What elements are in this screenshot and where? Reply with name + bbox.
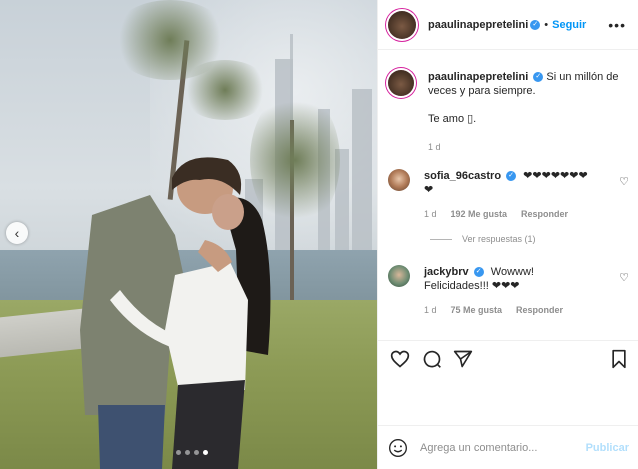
caption-age[interactable]: 1 d [428, 140, 441, 154]
action-bar [378, 340, 638, 380]
carousel-dot [194, 450, 199, 455]
caption-text-line2: veces y para siempre. [428, 85, 536, 97]
previous-image-button[interactable]: ‹ [6, 222, 28, 244]
comment-like-heart-icon[interactable]: ♡ [619, 271, 629, 284]
reply-button[interactable]: Responder [516, 303, 563, 317]
replies-divider [430, 238, 452, 240]
caption-text-line1: Si un millón de [546, 71, 619, 83]
more-horizontal-icon[interactable]: ••• [608, 17, 626, 33]
comment-item: sofia_96castro ✓ ❤❤❤❤❤❤❤ ❤ 1 d 192 Me gu… [388, 169, 588, 221]
comment-age[interactable]: 1 d [424, 207, 437, 221]
comment-age[interactable]: 1 d [424, 303, 437, 317]
comment-likes[interactable]: 192 Me gusta [451, 207, 508, 221]
comment-text-line1: ❤❤❤❤❤❤❤ [523, 170, 588, 182]
carousel-dot-active [203, 450, 208, 455]
comment-icon[interactable] [422, 349, 442, 369]
comments-list: paaulinapepretelini ✓ Si un millón de ve… [378, 51, 638, 340]
caption: paaulinapepretelini ✓ Si un millón de ve… [388, 70, 619, 154]
carousel-dot [185, 450, 190, 455]
commenter-avatar[interactable] [388, 265, 410, 287]
share-icon[interactable] [453, 349, 473, 369]
author-avatar[interactable] [388, 70, 414, 96]
caption-text-line3: Te amo ▯. [428, 113, 477, 125]
couple-figure [80, 157, 271, 469]
publish-button[interactable]: Publicar [586, 442, 629, 454]
author-username[interactable]: paaulinapepretelini [428, 19, 528, 31]
verified-badge-icon: ✓ [473, 267, 484, 278]
verified-badge-icon: ✓ [506, 171, 517, 182]
comment-text-line1: Wowww! [490, 266, 534, 278]
verified-badge-icon: ✓ [533, 72, 544, 83]
bookmark-icon[interactable] [610, 349, 628, 369]
separator-dot: • [544, 18, 549, 31]
commenter-username[interactable]: sofia_96castro [424, 170, 501, 182]
verified-badge-icon: ✓ [530, 19, 541, 30]
post-header: paaulinapepretelini ✓ • Seguir ••• [378, 0, 638, 50]
comment-text-line2: ❤ [424, 184, 434, 196]
emoji-icon[interactable] [388, 438, 408, 458]
view-replies-label: Ver respuestas (1) [462, 234, 536, 244]
view-replies-button[interactable]: Ver respuestas (1) [430, 234, 536, 244]
comment-likes[interactable]: 75 Me gusta [451, 303, 503, 317]
comment-text-line2: Felicidades!!! ❤❤❤ [424, 280, 520, 292]
carousel-dots [176, 450, 208, 455]
heart-icon[interactable] [390, 349, 410, 369]
post-photo[interactable]: ‹ [0, 0, 377, 469]
post-side-panel: paaulinapepretelini ✓ • Seguir ••• paaul… [377, 0, 638, 469]
author-avatar[interactable] [388, 10, 416, 39]
reply-button[interactable]: Responder [521, 207, 568, 221]
carousel-dot [176, 450, 181, 455]
comment-item: jackybrv ✓ Wowww! Felicidades!!! ❤❤❤ 1 d… [388, 265, 563, 317]
caption-username[interactable]: paaulinapepretelini [428, 71, 528, 83]
comment-like-heart-icon[interactable]: ♡ [619, 175, 629, 188]
comment-composer: Agrega un comentario... Publicar [378, 425, 638, 469]
chevron-left-icon: ‹ [14, 225, 20, 241]
commenter-avatar[interactable] [388, 169, 410, 191]
commenter-username[interactable]: jackybrv [424, 266, 469, 278]
follow-button[interactable]: Seguir [552, 19, 586, 31]
comment-input[interactable]: Agrega un comentario... [420, 442, 586, 454]
